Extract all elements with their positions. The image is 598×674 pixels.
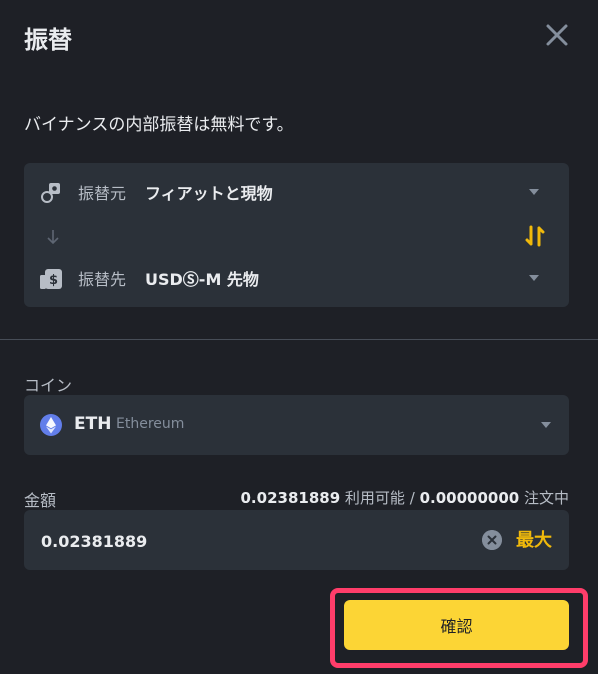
coin-name: Ethereum <box>116 416 185 432</box>
from-label: 振替元 <box>78 184 127 203</box>
to-value: USDⓈ-M 先物 <box>145 270 259 289</box>
futures-icon: $ <box>40 269 62 289</box>
transfer-to-select[interactable]: $ 振替先 USDⓈ-M 先物 <box>24 258 569 298</box>
coin-select[interactable]: ETH Ethereum <box>24 395 569 455</box>
amount-input[interactable] <box>39 528 423 554</box>
transfer-box: 振替元 フィアットと現物 $ 振替先 USDⓈ-M 先物 <box>24 163 569 307</box>
clear-icon[interactable] <box>482 530 502 550</box>
available-text: 利用可能 <box>344 489 405 507</box>
available-balance: 0.02381889 利用可能 / 0.00000000 注文中 <box>241 487 570 508</box>
balance-separator: / <box>409 489 415 507</box>
divider <box>0 339 598 340</box>
in-order-value: 0.00000000 <box>419 489 520 507</box>
intro-text: バイナンスの内部振替は無料です。 <box>24 115 294 135</box>
amount-box: 最大 <box>24 510 569 570</box>
available-value: 0.02381889 <box>240 489 341 507</box>
in-order-text: 注文中 <box>523 489 569 507</box>
coin-symbol: ETH <box>74 414 112 434</box>
close-icon[interactable] <box>544 22 570 48</box>
ethereum-icon <box>40 414 62 436</box>
chevron-down-icon <box>529 189 539 195</box>
svg-text:$: $ <box>49 273 58 288</box>
from-value: フィアットと現物 <box>145 184 273 203</box>
transfer-from-select[interactable]: 振替元 フィアットと現物 <box>24 172 569 212</box>
chevron-down-icon <box>541 422 551 428</box>
confirm-button[interactable]: 確認 <box>344 600 569 650</box>
chevron-down-icon <box>529 275 539 281</box>
amount-label: 金額 <box>24 491 57 510</box>
to-label: 振替先 <box>78 270 127 289</box>
coin-label: コイン <box>24 376 73 395</box>
swap-icon[interactable] <box>525 225 545 247</box>
arrow-down-icon <box>47 230 59 245</box>
wallet-icon <box>41 183 60 203</box>
max-button[interactable]: 最大 <box>516 526 552 552</box>
page-title: 振替 <box>24 26 72 54</box>
